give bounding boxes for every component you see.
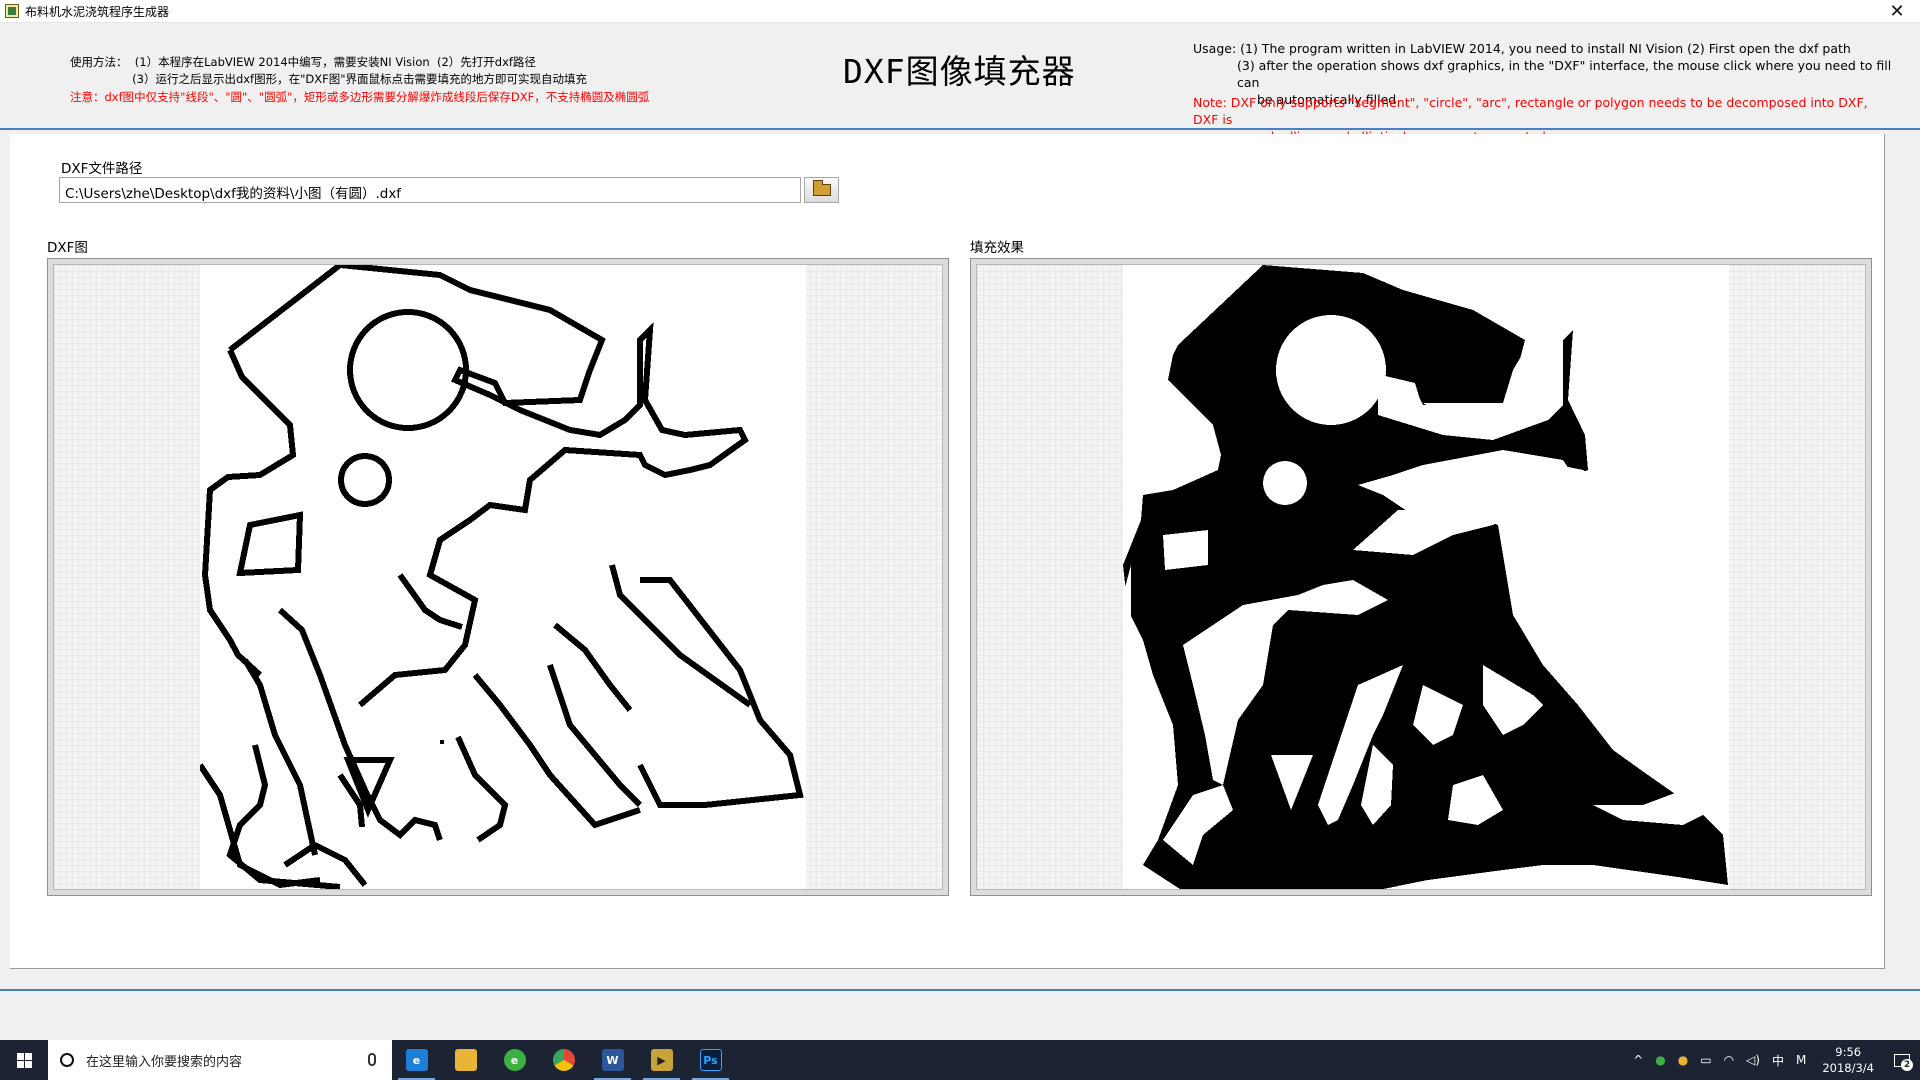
taskbar-app-photoshop[interactable]: Ps (686, 1040, 735, 1080)
chevron-up-icon[interactable]: ^ (1633, 1053, 1643, 1067)
chrome-icon (552, 1049, 575, 1071)
zh-usage-line-1: 使用方法： (1）本程序在LabVIEW 2014中编写，需要安装NI Visi… (70, 55, 536, 69)
zh-note-text: 注意：dxf图中仅支持"线段"、"圆"、"圆弧"，矩形或多边形需要分解爆炸成线段… (70, 90, 650, 104)
window-title: 布料机水泥浇筑程序生成器 (25, 4, 170, 19)
fill-view-label: 填充效果 (970, 240, 1024, 256)
taskbar-app-edge[interactable]: e (392, 1040, 441, 1080)
wifi-icon[interactable]: ◠ (1724, 1053, 1734, 1067)
taskbar-app-chrome[interactable] (539, 1040, 588, 1080)
tray-app2-icon[interactable]: ● (1678, 1053, 1688, 1067)
app-title: DXF图像填充器 (843, 52, 1076, 91)
windows-logo-icon (16, 1052, 32, 1068)
header-banner: 使用方法： (1）本程序在LabVIEW 2014中编写，需要安装NI Visi… (0, 23, 1920, 144)
system-tray: ^ ● ● ▭ ◠ ◁) 中 M 9:56 2018/3/4 2 (1627, 1040, 1920, 1080)
en-note-line-1: Note: DXF only supports "segment", "circ… (1193, 95, 1868, 127)
dxf-canvas[interactable] (197, 265, 806, 889)
dxf-drawing (197, 265, 804, 889)
path-input[interactable]: C:\Users\zhe\Desktop\dxf我的资料\小图（有圆）.dxf (59, 177, 801, 203)
folder-open-icon (812, 180, 831, 196)
en-usage-line-2: (3) after the operation shows dxf graphi… (1237, 58, 1892, 90)
fill-canvas (1123, 265, 1729, 889)
title-bar: 布料机水泥浇筑程序生成器 ✕ (0, 0, 1920, 23)
taskbar-app-360[interactable]: e (490, 1040, 539, 1080)
zh-usage-text: 使用方法： (1）本程序在LabVIEW 2014中编写，需要安装NI Visi… (70, 54, 587, 88)
ime-mode-indicator[interactable]: M (1796, 1053, 1806, 1067)
status-divider (0, 989, 1920, 991)
edge-icon: e (405, 1049, 428, 1071)
ime-indicator[interactable]: 中 (1772, 1052, 1784, 1069)
folder-icon (454, 1049, 477, 1071)
cortana-icon (60, 1053, 74, 1067)
fill-result-display (970, 258, 1872, 896)
clock-date: 2018/3/4 (1822, 1061, 1874, 1075)
fill-drawing (1123, 265, 1728, 889)
dxf-view-label: DXF图 (47, 240, 88, 256)
dxf-image-display[interactable] (47, 258, 949, 896)
notification-center-button[interactable]: 2 (1884, 1040, 1920, 1080)
word-icon: W (601, 1049, 624, 1071)
start-button[interactable] (0, 1040, 48, 1080)
browse-button[interactable] (804, 177, 839, 203)
microphone-icon[interactable] (368, 1053, 376, 1066)
taskbar-app-explorer[interactable] (441, 1040, 490, 1080)
close-button[interactable]: ✕ (1874, 0, 1920, 23)
labview-icon: ▶ (650, 1049, 673, 1071)
zh-usage-line-2: (3）运行之后显示出dxf图形，在"DXF图"界面鼠标点击需要填充的地方即可实现… (70, 72, 588, 86)
notification-count: 2 (1901, 1059, 1913, 1071)
taskbar: 在这里输入你要搜索的内容 e e W ▶ Ps ^ ● ● ▭ ◠ ◁) 中 M… (0, 1040, 1920, 1080)
fill-image-area (976, 264, 1866, 890)
app-icon (5, 4, 19, 18)
tray-app-icon[interactable]: ● (1655, 1053, 1665, 1067)
search-placeholder: 在这里输入你要搜索的内容 (86, 1054, 243, 1070)
path-label: DXF文件路径 (61, 161, 143, 177)
en-usage-line-1: Usage: (1) The program written in LabVIE… (1193, 41, 1851, 56)
clock-time: 9:56 (1835, 1045, 1862, 1059)
taskbar-app-word[interactable]: W (588, 1040, 637, 1080)
browser-360-icon: e (503, 1049, 526, 1071)
volume-icon[interactable]: ◁) (1746, 1053, 1760, 1067)
clock[interactable]: 9:56 2018/3/4 (1822, 1044, 1874, 1076)
taskbar-app-labview[interactable]: ▶ (637, 1040, 686, 1080)
battery-icon[interactable]: ▭ (1700, 1053, 1711, 1067)
photoshop-icon: Ps (699, 1049, 722, 1071)
dxf-image-area (53, 264, 943, 890)
taskbar-search-box[interactable]: 在这里输入你要搜索的内容 (48, 1040, 392, 1080)
